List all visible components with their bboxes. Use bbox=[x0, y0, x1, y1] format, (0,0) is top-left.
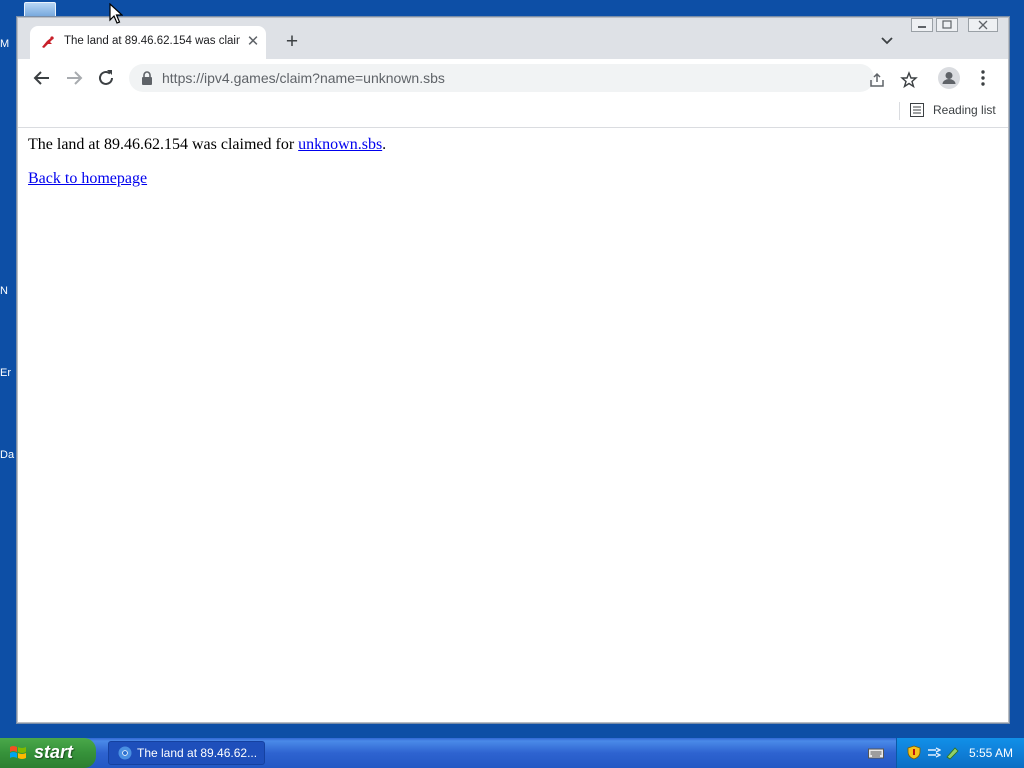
reload-icon[interactable] bbox=[94, 66, 118, 90]
share-icon[interactable] bbox=[868, 71, 886, 89]
url-text[interactable]: https://ipv4.games/claim?name=unknown.sb… bbox=[162, 70, 445, 86]
taskbar-browser-button[interactable]: The land at 89.46.62... bbox=[108, 741, 265, 765]
claim-message-suffix: . bbox=[382, 136, 387, 153]
taskbar: start The land at 89.46.62... 5:55 AM bbox=[0, 738, 1024, 768]
windows-flag-icon bbox=[10, 746, 26, 759]
claim-message: The land at 89.46.62.154 was claimed for… bbox=[28, 136, 386, 154]
tab-title: The land at 89.46.62.154 was claim bbox=[64, 35, 240, 47]
bookmarks-bar: Reading list bbox=[18, 97, 1008, 128]
start-button[interactable]: start bbox=[0, 738, 96, 768]
claim-message-prefix: The land at 89.46.62.154 was claimed for bbox=[28, 136, 299, 153]
tab-search-chevron-icon[interactable] bbox=[878, 32, 896, 50]
desktop-icon-label-2[interactable]: N bbox=[0, 285, 18, 297]
start-label: start bbox=[34, 742, 74, 762]
more-menu-icon[interactable] bbox=[976, 68, 990, 88]
close-window-icon bbox=[978, 20, 988, 30]
browser-toolbar: https://ipv4.games/claim?name=unknown.sb… bbox=[18, 59, 1008, 97]
restore-button[interactable] bbox=[936, 18, 958, 32]
restore-icon bbox=[942, 20, 952, 29]
back-link-line: Back to homepage bbox=[28, 170, 147, 188]
desktop-icon-label-1[interactable]: M bbox=[0, 38, 18, 50]
safely-remove-hardware-icon[interactable] bbox=[945, 745, 959, 760]
address-bar[interactable]: https://ipv4.games/claim?name=unknown.sb… bbox=[129, 64, 918, 92]
browser-window: The land at 89.46.62.154 was claim ✕ + h… bbox=[17, 17, 1009, 723]
new-tab-button[interactable]: + bbox=[280, 30, 304, 54]
claimed-name-link[interactable]: unknown.sbs bbox=[298, 136, 382, 153]
close-window-button[interactable] bbox=[968, 18, 998, 32]
back-to-homepage-link[interactable]: Back to homepage bbox=[28, 170, 147, 187]
minimize-icon bbox=[918, 26, 926, 28]
mouse-cursor-icon bbox=[109, 3, 123, 24]
person-icon bbox=[942, 72, 956, 84]
chrome-icon bbox=[118, 746, 132, 760]
page-content: The land at 89.46.62.154 was claimed for… bbox=[18, 128, 1008, 722]
taskbar-button-label: The land at 89.46.62... bbox=[137, 746, 258, 760]
reading-list-icon[interactable] bbox=[910, 103, 924, 117]
lock-icon[interactable] bbox=[141, 71, 153, 85]
clock[interactable]: 5:55 AM bbox=[969, 746, 1013, 760]
lobster-favicon-icon bbox=[42, 36, 54, 48]
desktop-icon-label-3[interactable]: Er bbox=[0, 367, 18, 379]
back-arrow-icon[interactable] bbox=[30, 66, 54, 90]
bookmarks-separator bbox=[899, 102, 900, 120]
reading-list-button[interactable]: Reading list bbox=[933, 103, 996, 117]
forward-arrow-icon[interactable] bbox=[62, 66, 86, 90]
system-tray: 5:55 AM bbox=[896, 738, 1024, 768]
tab-close-icon[interactable]: ✕ bbox=[244, 33, 262, 51]
profile-avatar-button[interactable] bbox=[938, 67, 960, 89]
tab-strip: The land at 89.46.62.154 was claim ✕ + bbox=[18, 18, 1008, 59]
security-shield-icon[interactable] bbox=[907, 745, 921, 760]
desktop-icon-label-4[interactable]: Da bbox=[0, 449, 18, 461]
bookmark-star-icon[interactable] bbox=[900, 71, 918, 89]
tab-active[interactable]: The land at 89.46.62.154 was claim ✕ bbox=[30, 26, 266, 59]
keyboard-language-icon[interactable] bbox=[868, 746, 884, 760]
minimize-button[interactable] bbox=[911, 18, 933, 32]
network-icon[interactable] bbox=[927, 745, 941, 760]
